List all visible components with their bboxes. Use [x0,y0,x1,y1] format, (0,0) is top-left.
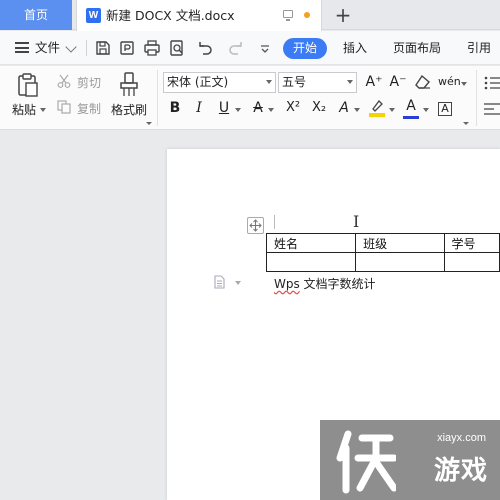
phonetic-guide-button[interactable]: wén [438,72,461,92]
strikethrough-button[interactable]: A [250,98,266,118]
table-row [265,252,500,272]
tab-start[interactable]: 开始 [283,38,328,59]
divider [476,70,477,126]
highlight-dropdown-icon[interactable] [389,108,395,112]
tab-document[interactable]: W 新建 DOCX 文档.docx [76,0,322,31]
tab-references[interactable]: 引用 [467,31,491,65]
table-cell[interactable] [443,252,500,272]
cut-button[interactable]: 剪切 [77,74,101,91]
chevron-down-icon [266,80,272,84]
table-cell[interactable] [355,252,445,272]
phonetic-dropdown-icon[interactable] [461,82,467,86]
watermark-url: xiayx.com [437,432,486,444]
wps-writer-icon: W [86,8,101,23]
text-effect-button[interactable]: A [336,98,352,118]
text-effect-dropdown-icon[interactable] [354,108,360,112]
paste-button[interactable]: 粘贴 [12,101,36,118]
redo-icon[interactable] [228,39,246,57]
undo-icon[interactable] [195,39,213,57]
highlight-icon[interactable] [368,98,386,118]
table-row: 姓名 班级 学号 [265,233,500,253]
document-paragraph[interactable]: Wps 文档字数统计 [274,275,376,292]
grow-font-button[interactable]: A⁺ [364,72,384,92]
scissors-icon[interactable] [57,74,71,88]
format-painter-button[interactable]: 格式刷 [111,101,147,118]
paragraph-text: 文档字数统计 [299,277,376,291]
clear-format-icon[interactable] [414,74,432,90]
font-size-value: 五号 [282,75,307,89]
screen-icon[interactable] [283,10,293,21]
table-cell[interactable] [265,252,357,272]
bullet-list-icon[interactable] [484,76,500,90]
paste-icon[interactable] [15,72,41,98]
tab-insert[interactable]: 插入 [343,31,367,65]
file-menu[interactable]: 文件 [35,31,60,65]
character-border-label: A [438,102,452,116]
hamburger-icon[interactable] [15,42,29,53]
misspelled-word[interactable]: Wps [274,277,300,291]
chevron-down-icon[interactable] [65,41,77,53]
unsaved-dot-icon [304,12,310,18]
shrink-font-button[interactable]: A⁻ [388,72,408,92]
table-header-name[interactable]: 姓名 [265,233,357,253]
font-color-button[interactable]: A [403,96,419,116]
paragraph-options-dropdown-icon[interactable] [235,281,241,285]
strikethrough-dropdown-icon[interactable] [268,108,274,112]
divider [86,40,87,56]
table-header-student-id[interactable]: 学号 [443,233,500,253]
menu-row: 文件 开始 插入 页面布局 引用 [0,31,500,82]
print-preview-icon[interactable] [168,39,186,57]
font-color-swatch [403,116,419,119]
margin-marker [274,215,275,229]
clipboard-launcher-icon[interactable] [146,122,152,125]
font-size-select[interactable]: 五号 [278,72,357,93]
tab-home[interactable]: 首页 [0,0,72,30]
format-painter-icon[interactable] [118,72,140,98]
watermark-logo-icon [336,428,398,494]
table-move-icon[interactable] [247,217,264,234]
character-border-button[interactable]: A [437,98,453,118]
divider [157,70,158,126]
italic-button[interactable]: I [192,98,206,118]
copy-icon[interactable] [57,100,71,114]
superscript-button[interactable]: X² [282,98,304,118]
paste-dropdown-icon[interactable] [40,108,46,112]
underline-dropdown-icon[interactable] [235,108,241,112]
tab-bar: 首页 W 新建 DOCX 文档.docx + [0,0,500,31]
new-tab-button[interactable]: + [334,4,352,26]
tab-page-layout[interactable]: 页面布局 [393,31,441,65]
site-watermark: xiayx.com 游戏 [320,420,500,500]
font-name-value: 宋体 (正文) [167,75,229,89]
save-icon[interactable] [94,39,112,57]
data-table[interactable]: 姓名 班级 学号 [265,233,500,272]
font-name-select[interactable]: 宋体 (正文) [163,72,276,93]
print-icon[interactable] [143,39,161,57]
underline-button[interactable]: U [216,98,232,118]
table-header-class[interactable]: 班级 [355,233,445,253]
watermark-label: 游戏 [433,456,488,486]
subscript-button[interactable]: X₂ [308,98,330,118]
text-cursor-icon: I [353,212,360,231]
ribbon-start: 粘贴 剪切 复制 格式刷 宋体 (正文) 五号 A⁺ A⁻ wén B I U … [0,66,500,130]
font-color-dropdown-icon[interactable] [423,108,429,112]
align-left-icon[interactable] [484,102,500,116]
customize-toolbar-icon[interactable] [256,39,274,57]
bold-button[interactable]: B [167,98,183,118]
document-tab-title: 新建 DOCX 文档.docx [106,8,235,23]
chevron-down-icon [347,80,353,84]
paragraph-options-icon[interactable] [214,275,225,289]
export-pdf-icon[interactable] [118,39,136,57]
font-launcher-icon[interactable] [463,122,469,125]
copy-button[interactable]: 复制 [77,100,101,117]
